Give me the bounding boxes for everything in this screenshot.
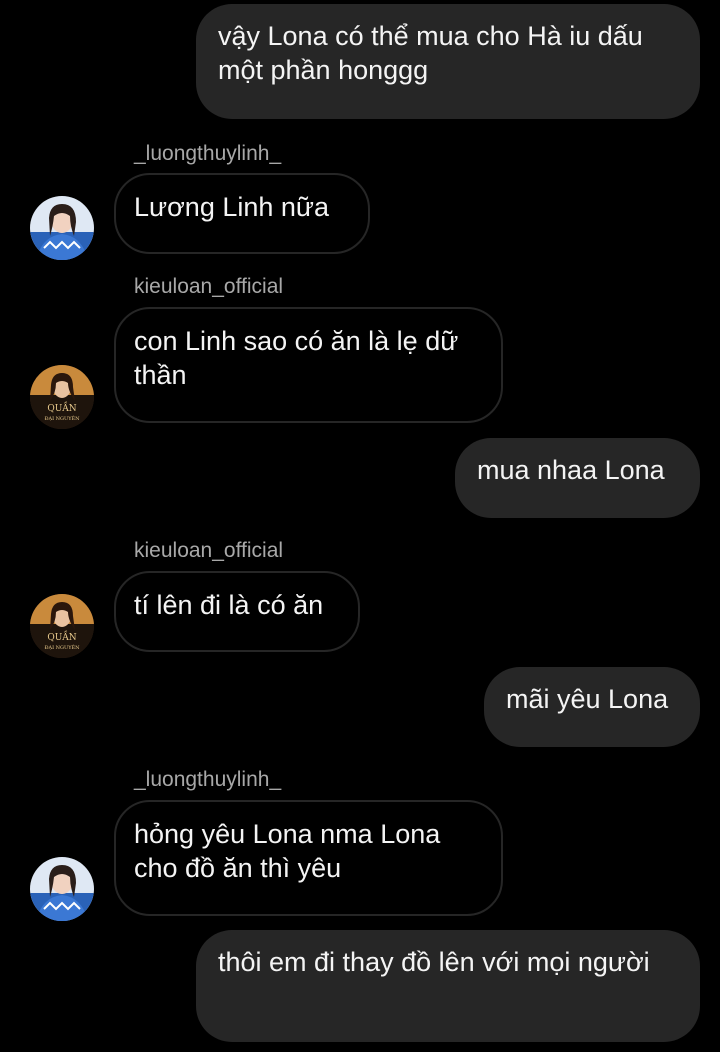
svg-text:ĐẠI NGUYÊN: ĐẠI NGUYÊN	[44, 414, 80, 422]
message-text: vậy Lona có thể mua cho Hà iu dấu một ph…	[218, 21, 643, 85]
sender-name: kieuloan_official	[134, 275, 284, 298]
sender-avatar[interactable]	[30, 857, 94, 921]
sender-avatar[interactable]	[30, 196, 94, 260]
outgoing-message-bubble[interactable]: mãi yêu Lona	[484, 667, 700, 747]
incoming-message-bubble[interactable]: con Linh sao có ăn là lẹ dữ thần	[114, 307, 503, 423]
message-text: tí lên đi là có ăn	[134, 590, 324, 620]
message-text: con Linh sao có ăn là lẹ dữ thần	[134, 326, 459, 390]
outgoing-message-bubble[interactable]: vậy Lona có thể mua cho Hà iu dấu một ph…	[196, 4, 700, 119]
outgoing-message-bubble[interactable]: thôi em đi thay đồ lên với mọi người	[196, 930, 700, 1042]
incoming-message-bubble[interactable]: hỏng yêu Lona nma Lona cho đồ ăn thì yêu	[114, 800, 503, 916]
sender-name: _luongthuylinh_	[134, 768, 282, 791]
sender-avatar[interactable]: QUẦN ĐẠI NGUYÊN	[30, 365, 94, 429]
outgoing-message-bubble[interactable]: mua nhaa Lona	[455, 438, 700, 518]
message-text: hỏng yêu Lona nma Lona cho đồ ăn thì yêu	[134, 819, 441, 883]
message-text: mãi yêu Lona	[506, 684, 669, 714]
sender-name: _luongthuylinh_	[134, 142, 282, 165]
incoming-message-bubble[interactable]: Lương Linh nữa	[114, 173, 370, 254]
message-text: mua nhaa Lona	[477, 455, 665, 485]
svg-text:ĐẠI NGUYÊN: ĐẠI NGUYÊN	[44, 643, 80, 651]
sender-name: kieuloan_official	[134, 539, 284, 562]
message-text: thôi em đi thay đồ lên với mọi người	[218, 947, 650, 977]
message-text: Lương Linh nữa	[134, 192, 329, 222]
incoming-message-bubble[interactable]: tí lên đi là có ăn	[114, 571, 360, 652]
sender-avatar[interactable]: QUẦN ĐẠI NGUYÊN	[30, 594, 94, 658]
